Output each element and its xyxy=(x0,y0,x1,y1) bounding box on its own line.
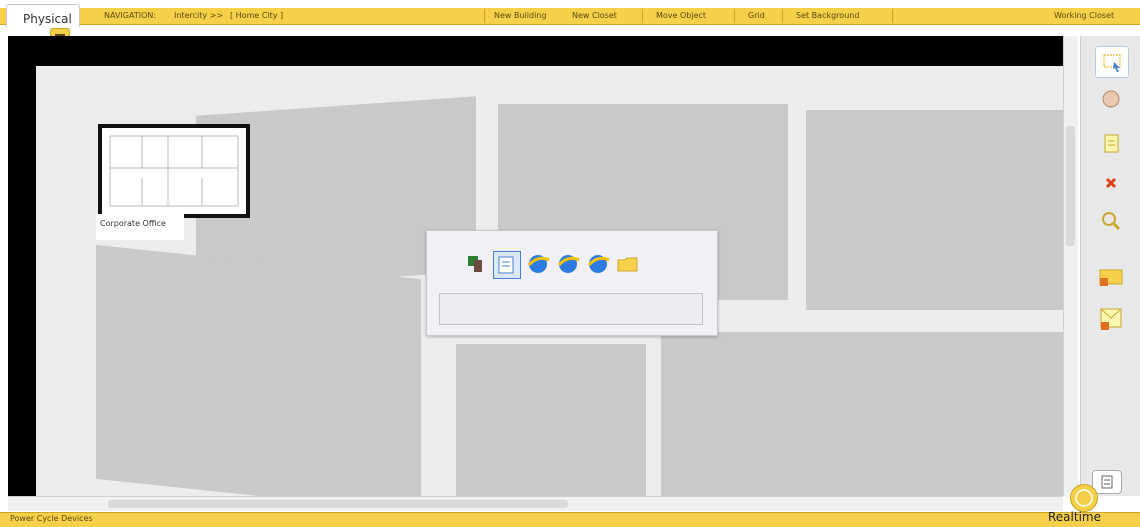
delete-icon xyxy=(1105,177,1117,189)
pdu-icon xyxy=(1099,269,1123,286)
toolbar-divider xyxy=(734,9,735,23)
physical-tab-label: Physical xyxy=(23,12,72,26)
toolbar-divider xyxy=(892,9,893,23)
map-block xyxy=(661,332,1063,496)
horizontal-scroll-thumb[interactable] xyxy=(108,500,568,508)
intercity-link[interactable]: Intercity >> xyxy=(174,9,223,23)
top-toolbar-strip xyxy=(0,8,1140,25)
device-icon[interactable] xyxy=(463,251,489,277)
new-building-button[interactable]: New Building xyxy=(494,9,546,23)
note-tool-button[interactable] xyxy=(1095,128,1127,158)
physical-tab[interactable]: Physical xyxy=(6,4,80,27)
map-block xyxy=(96,244,421,496)
select-tool-button[interactable] xyxy=(1095,46,1129,78)
status-bar: Power Cycle Devices xyxy=(0,512,1140,527)
horizontal-scrollbar[interactable] xyxy=(8,496,1063,511)
toolbar-divider xyxy=(642,9,643,23)
building-label: Corporate Office xyxy=(100,219,166,228)
floor-plan-icon xyxy=(109,135,239,207)
delete-tool-button[interactable] xyxy=(1095,168,1127,198)
clock-icon xyxy=(1075,489,1093,507)
map-block xyxy=(806,110,1063,310)
folder-icon[interactable] xyxy=(615,251,641,277)
move-icon xyxy=(1102,90,1120,108)
complex-pdu-button[interactable] xyxy=(1095,304,1127,334)
select-icon xyxy=(1103,54,1121,72)
power-cycle-devices-button[interactable]: Power Cycle Devices xyxy=(10,514,93,523)
realtime-clock-icon[interactable] xyxy=(1070,484,1098,512)
building-corporate-office[interactable] xyxy=(98,124,250,218)
map-block xyxy=(456,344,646,496)
home-city-breadcrumb[interactable]: [ Home City ] xyxy=(230,9,283,23)
realtime-mode-label[interactable]: Realtime xyxy=(1048,510,1101,524)
zoom-icon xyxy=(1102,212,1121,231)
popup-text-field[interactable] xyxy=(439,293,703,325)
new-closet-button[interactable]: New Closet xyxy=(572,9,617,23)
browser-icon-2[interactable] xyxy=(555,251,581,277)
edit-icon[interactable] xyxy=(493,251,521,279)
working-closet-button[interactable]: Working Closet xyxy=(1054,9,1114,23)
complex-pdu-icon xyxy=(1100,308,1122,330)
inspect-tool-button[interactable] xyxy=(1095,206,1127,236)
set-background-button[interactable]: Set Background xyxy=(796,9,859,23)
top-toolbar: Physical NAVIGATION: Intercity >> [ Home… xyxy=(0,0,1140,34)
toolbar-divider xyxy=(782,9,783,23)
simple-pdu-button[interactable] xyxy=(1095,262,1127,292)
vertical-scroll-thumb[interactable] xyxy=(1066,126,1075,246)
toolbar-divider xyxy=(484,9,485,23)
move-object-button[interactable]: Move Object xyxy=(656,9,706,23)
grid-button[interactable]: Grid xyxy=(748,9,765,23)
move-tool-button[interactable] xyxy=(1095,84,1127,114)
building-popup xyxy=(426,230,718,336)
note-icon xyxy=(1104,134,1119,153)
navigation-label: NAVIGATION: xyxy=(104,11,157,20)
browser-icon-1[interactable] xyxy=(525,251,551,277)
right-toolbar xyxy=(1080,36,1140,496)
browser-icon-3[interactable] xyxy=(585,251,611,277)
zoom-reset-icon xyxy=(1101,475,1113,489)
vertical-scrollbar[interactable] xyxy=(1063,36,1078,496)
